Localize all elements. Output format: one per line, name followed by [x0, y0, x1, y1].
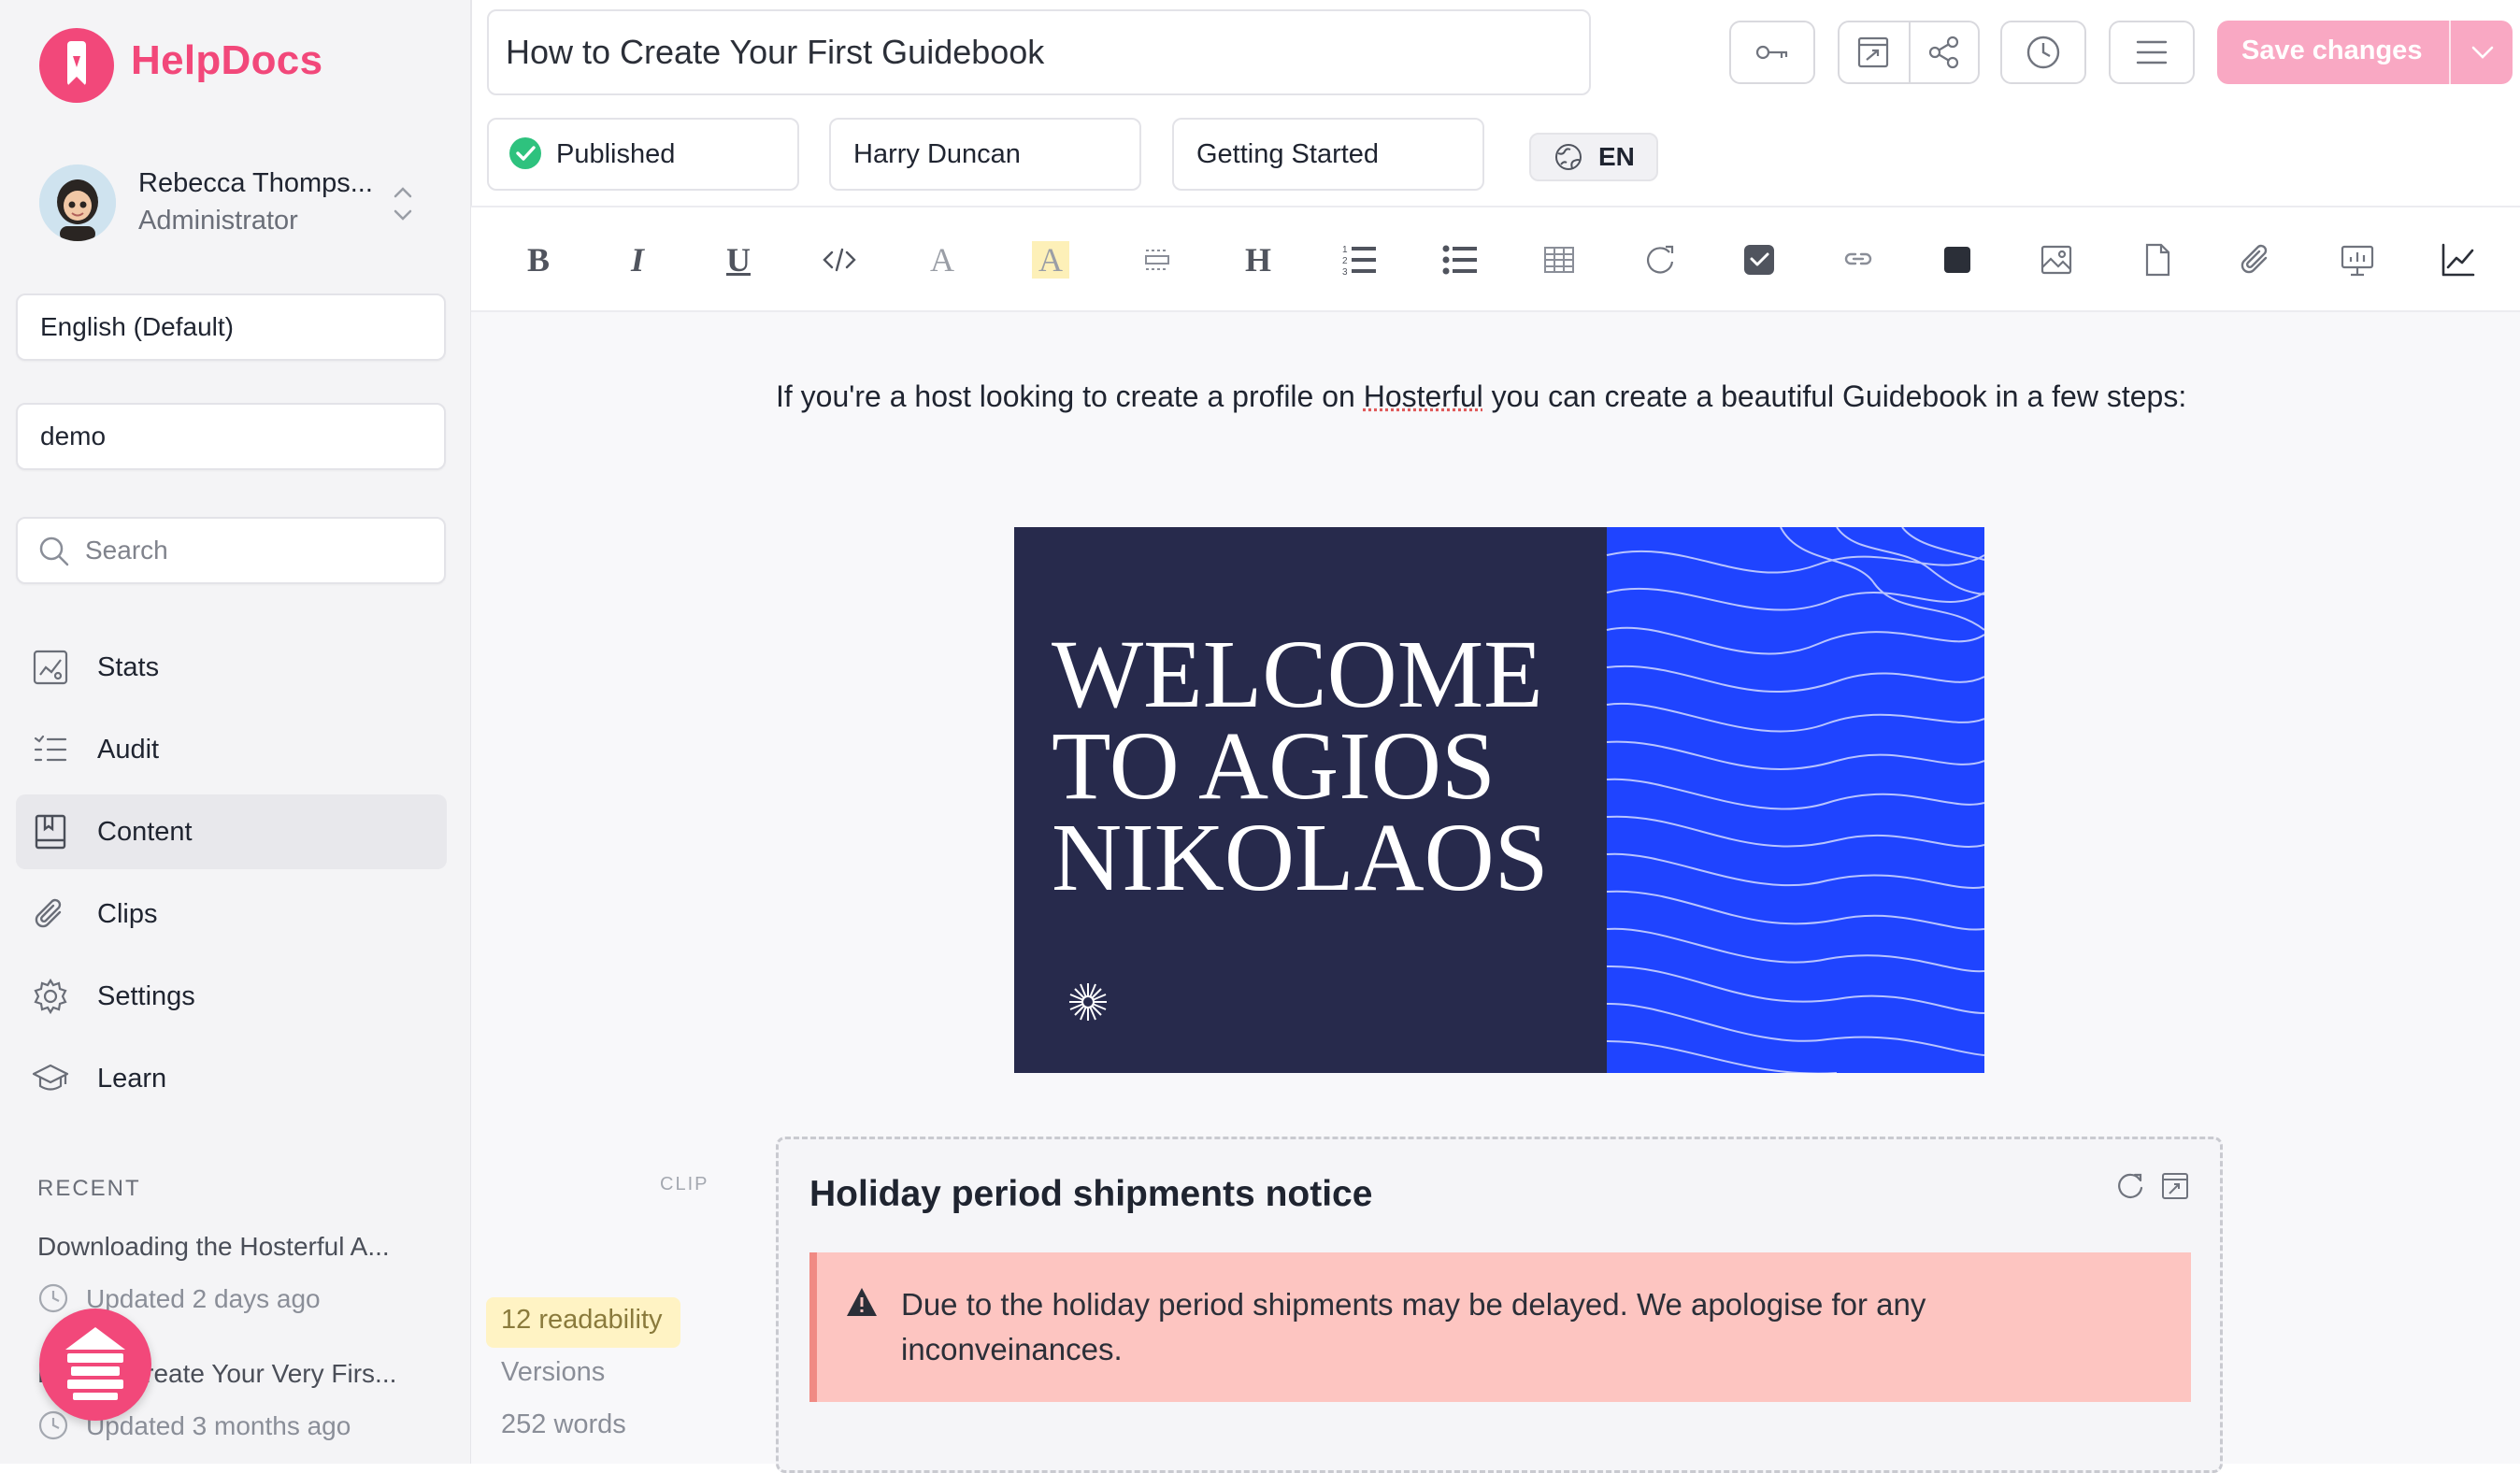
help-widget-button[interactable] — [39, 1309, 151, 1421]
underline-button[interactable]: U — [720, 241, 757, 279]
chevron-down-icon[interactable] — [2464, 34, 2501, 71]
attachment-icon[interactable] — [2238, 241, 2275, 279]
sidebar-item-label: Learn — [97, 1064, 167, 1094]
gear-icon — [32, 978, 69, 1015]
article-title-input[interactable]: How to Create Your First Guidebook — [487, 9, 1591, 95]
svg-text:3: 3 — [1342, 267, 1348, 278]
intro-paragraph[interactable]: If you're a host looking to create a pro… — [776, 374, 2215, 419]
brand-name[interactable]: HelpDocs — [131, 37, 322, 84]
horizontal-rule-icon[interactable] — [1138, 241, 1176, 279]
search-input[interactable]: Search — [16, 517, 446, 584]
project-select[interactable]: demo — [16, 403, 446, 470]
chart-line-icon[interactable] — [2440, 241, 2477, 279]
refresh-icon[interactable] — [2114, 1170, 2146, 1202]
presentation-icon[interactable] — [2339, 241, 2376, 279]
callout-icon[interactable] — [1641, 241, 1679, 279]
language-select[interactable]: English (Default) — [16, 293, 446, 361]
book-icon — [32, 813, 69, 851]
sidebar-item-learn[interactable] — [16, 1041, 447, 1116]
author-select[interactable]: Harry Duncan — [829, 118, 1141, 191]
helpdocs-logo-icon[interactable] — [39, 28, 114, 103]
warning-icon — [845, 1286, 879, 1318]
numbered-list-icon[interactable]: 123 — [1340, 241, 1378, 279]
sidebar-item-stats[interactable] — [16, 630, 447, 705]
bullet-list-icon[interactable] — [1441, 241, 1479, 279]
checkbox-icon[interactable] — [1740, 241, 1778, 279]
sidebar-item-label: Stats — [97, 652, 160, 682]
sidebar-item-label: Settings — [97, 981, 195, 1011]
link-icon[interactable] — [1840, 241, 1877, 279]
hamburger-menu-icon — [2133, 34, 2170, 71]
italic-button[interactable]: I — [619, 241, 656, 279]
key-icon — [1754, 34, 1791, 71]
sidebar-item-label: Clips — [97, 899, 158, 929]
chevron-up-down-icon[interactable] — [391, 181, 415, 226]
language-button[interactable] — [1529, 133, 1658, 181]
sidebar-item-clips[interactable] — [16, 877, 447, 951]
sidebar-item-settings[interactable] — [16, 959, 447, 1034]
paperclip-icon — [32, 895, 69, 933]
highlight-button[interactable]: A — [1032, 241, 1069, 279]
word-count: 252 words — [501, 1409, 626, 1439]
save-divider — [2449, 21, 2451, 84]
recent-item-title[interactable]: Downloading the Hosterful A... — [37, 1232, 390, 1262]
block-icon[interactable] — [1939, 241, 1976, 279]
recent-heading: RECENT — [37, 1176, 141, 1201]
audit-list-icon — [32, 731, 69, 768]
sidebar-item-label: Audit — [97, 735, 160, 765]
stats-icon — [32, 649, 69, 686]
hero-line: NIKOLAOS — [1052, 804, 1549, 911]
share-icon[interactable] — [1926, 34, 1963, 71]
clip-tag: CLIP — [660, 1174, 709, 1194]
clock-icon — [2025, 34, 2062, 71]
font-color-button[interactable]: A — [924, 241, 961, 279]
export-preview-icon[interactable] — [1854, 34, 1892, 71]
readability-score: 12 readability — [501, 1305, 663, 1335]
file-icon[interactable] — [2139, 241, 2176, 279]
svg-text:2: 2 — [1342, 256, 1348, 266]
button-divider — [1909, 22, 1911, 82]
image-icon[interactable] — [2038, 241, 2075, 279]
language-code: EN — [1598, 142, 1635, 171]
globe-icon — [1554, 142, 1583, 172]
user-role: Administrator — [138, 206, 298, 236]
sidebar-item-content[interactable] — [16, 794, 447, 869]
clip-title: Holiday period shipments notice — [809, 1174, 1373, 1214]
avatar[interactable] — [39, 164, 116, 241]
versions-link[interactable]: Versions — [501, 1357, 605, 1388]
graduation-cap-icon — [32, 1060, 69, 1097]
heading-button[interactable]: H — [1239, 241, 1277, 279]
svg-text:1: 1 — [1342, 245, 1348, 255]
alert-text: Due to the holiday period shipments may … — [901, 1287, 1926, 1366]
category-select[interactable]: Getting Started — [1172, 118, 1484, 191]
spellcheck-word[interactable]: Hosterful — [1364, 379, 1483, 413]
bold-button[interactable]: B — [520, 241, 557, 279]
hero-image[interactable]: WELCOME TO AGIOS NIKOLAOS — [1014, 527, 1984, 1073]
check-circle-icon — [508, 136, 542, 170]
sidebar-item-audit[interactable] — [16, 712, 447, 787]
open-clip-icon[interactable] — [2159, 1170, 2191, 1202]
table-icon[interactable] — [1540, 241, 1578, 279]
save-changes-label: Save changes — [2241, 36, 2423, 65]
user-name[interactable]: Rebecca Thomps... — [138, 168, 373, 199]
code-icon[interactable] — [821, 241, 858, 279]
search-icon — [37, 535, 71, 568]
format-toolbar — [471, 206, 2520, 312]
sidebar-item-label: Content — [97, 817, 193, 847]
